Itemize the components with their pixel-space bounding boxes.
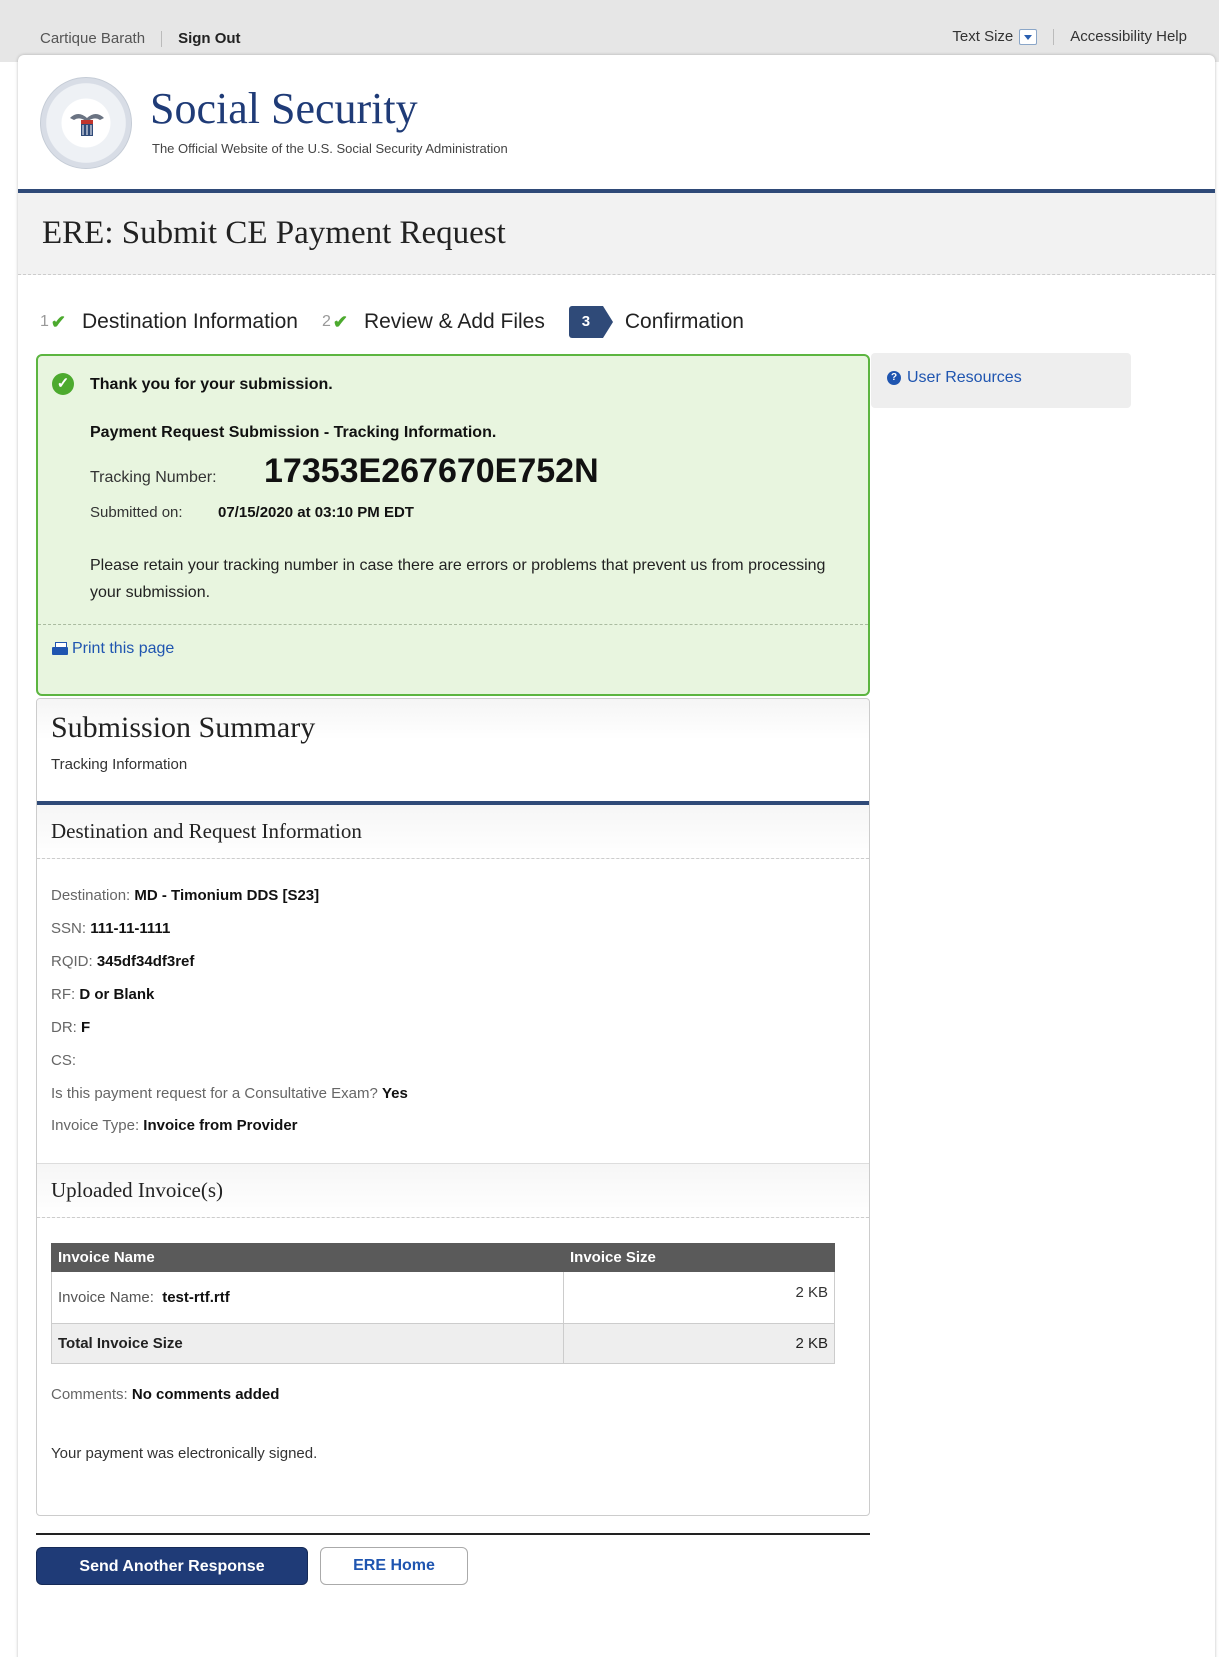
user-resources-label: User Resources: [907, 369, 1022, 386]
printer-icon: [52, 642, 68, 656]
submitted-on-value: 07/15/2020 at 03:10 PM EDT: [218, 504, 414, 521]
table-row: Invoice Name: test-rtf.rtf 2 KB: [51, 1271, 835, 1324]
field-value: 345df34df3ref: [96, 953, 195, 970]
uploaded-invoices-section-header: Uploaded Invoice(s): [37, 1164, 869, 1218]
invoice-file-name: test-rtf.rtf: [162, 1289, 230, 1306]
page-title: ERE: Submit CE Payment Request: [42, 215, 506, 251]
field-destination: Destination: MD - Timonium DDS [S23]: [51, 887, 319, 904]
step-label: Destination Information: [82, 310, 298, 333]
step-review-add-files: 2 ✔ Review & Add Files: [322, 310, 545, 334]
retain-message: Please retain your tracking number in ca…: [90, 557, 826, 601]
summary-header: Submission Summary Tracking Information: [37, 699, 869, 801]
help-question-icon: ?: [887, 371, 901, 385]
user-name: Cartique Barath: [40, 30, 146, 47]
invoice-name-cell: Invoice Name: test-rtf.rtf: [51, 1271, 564, 1324]
confirmation-title: Payment Request Submission - Tracking In…: [90, 424, 497, 441]
actions-divider: [36, 1533, 870, 1535]
signed-message: Your payment was electronically signed.: [51, 1445, 318, 1462]
invoice-table: Invoice Name Invoice Size Invoice Name: …: [51, 1243, 835, 1364]
field-label: DR:: [51, 1019, 77, 1036]
summary-subtitle: Tracking Information: [51, 756, 188, 773]
site-header: Social Security The Official Website of …: [18, 55, 1215, 189]
field-value: MD - Timonium DDS [S23]: [134, 887, 320, 904]
sign-out-link[interactable]: Sign Out: [178, 30, 241, 47]
page-frame: Social Security The Official Website of …: [18, 55, 1215, 1657]
confirmation-thanks: Thank you for your submission.: [90, 376, 333, 393]
comments-label: Comments:: [51, 1386, 128, 1403]
field-label: RF:: [51, 986, 76, 1003]
field-rf: RF: D or Blank: [51, 986, 154, 1003]
column-header: Invoice Size: [563, 1243, 835, 1272]
section-title: Destination and Request Information: [51, 819, 362, 843]
field-label: CS:: [51, 1052, 77, 1069]
step-label: Confirmation: [624, 310, 744, 333]
invoice-size-cell: 2 KB: [563, 1271, 835, 1324]
ere-home-button[interactable]: ERE Home: [320, 1547, 468, 1585]
progress-steps: 1 ✔ Destination Information 2 ✔ Review &…: [40, 302, 768, 342]
eagle-icon: [70, 114, 104, 136]
field-value: D or Blank: [79, 986, 155, 1003]
print-page-link[interactable]: Print this page: [52, 640, 174, 658]
field-label: Destination:: [51, 887, 131, 904]
field-label: SSN:: [51, 920, 87, 937]
summary-title: Submission Summary: [51, 711, 316, 744]
total-size-cell: 2 KB: [563, 1323, 835, 1364]
text-size-label: Text Size: [952, 28, 1014, 45]
table-header-row: Invoice Name Invoice Size: [51, 1243, 835, 1272]
divider: [161, 30, 163, 47]
section-title: Uploaded Invoice(s): [51, 1178, 224, 1202]
step-confirmation: 3 Confirmation: [568, 306, 744, 338]
field-value: Yes: [382, 1085, 408, 1102]
tracking-number: 17353E267670E752N: [264, 452, 599, 490]
field-value: 111-11-1111: [90, 920, 171, 937]
field-ssn: SSN: 111-11-1111: [51, 920, 170, 937]
field-rqid: RQID: 345df34df3ref: [51, 953, 194, 970]
table-total-row: Total Invoice Size 2 KB: [51, 1323, 835, 1364]
field-cs: CS:: [51, 1052, 76, 1069]
brand-title[interactable]: Social Security: [150, 83, 418, 134]
field-dr: DR: F: [51, 1019, 90, 1036]
confirmation-panel: ✓ Thank you for your submission. Payment…: [36, 354, 870, 696]
field-label: Invoice Type:: [51, 1117, 140, 1134]
ssa-seal-logo[interactable]: [40, 77, 132, 169]
user-resources-link[interactable]: ? User Resources: [887, 369, 1022, 387]
checkmark-icon: ✔: [332, 311, 348, 332]
field-label: RQID:: [51, 953, 93, 970]
text-size-dropdown-icon[interactable]: [1019, 28, 1038, 45]
total-label-cell: Total Invoice Size: [51, 1323, 564, 1364]
field-invoice-type: Invoice Type: Invoice from Provider: [51, 1117, 298, 1134]
tracking-number-label: Tracking Number:: [90, 469, 217, 486]
step-destination-information: 1 ✔ Destination Information: [40, 310, 298, 334]
accessibility-help-link[interactable]: Accessibility Help: [1070, 28, 1187, 45]
utility-links: Text Size Accessibility Help: [952, 28, 1187, 45]
divider: [38, 624, 868, 625]
print-link-label: Print this page: [72, 640, 175, 657]
field-label: Is this payment request for a Consultati…: [51, 1085, 378, 1102]
user-resources-panel: ? User Resources: [871, 353, 1131, 408]
destination-section-header: Destination and Request Information: [37, 805, 869, 859]
field-value: Invoice from Provider: [143, 1117, 298, 1134]
step-label: Review & Add Files: [363, 310, 545, 333]
divider: [1053, 28, 1055, 45]
comments-value: No comments added: [131, 1386, 280, 1403]
invoice-name-label: Invoice Name:: [58, 1289, 154, 1306]
checkmark-icon: ✔: [50, 311, 66, 332]
step-number: 1: [40, 313, 49, 330]
active-step-number: 3: [568, 306, 613, 338]
field-value: F: [81, 1019, 91, 1036]
submission-summary-panel: Submission Summary Tracking Information …: [36, 698, 870, 1516]
submitted-on-label: Submitted on:: [90, 504, 183, 521]
send-another-response-button[interactable]: Send Another Response: [36, 1547, 308, 1585]
top-utility-bar: Cartique Barath Sign Out Text Size Acces…: [0, 0, 1219, 62]
column-header: Invoice Name: [51, 1243, 564, 1272]
comments: Comments: No comments added: [51, 1386, 279, 1403]
field-consultative-exam: Is this payment request for a Consultati…: [51, 1085, 408, 1102]
success-check-icon: ✓: [52, 373, 74, 395]
brand-subtitle: The Official Website of the U.S. Social …: [152, 141, 508, 156]
step-number: 2: [321, 313, 331, 330]
account-links: Cartique Barath Sign Out: [40, 30, 241, 47]
